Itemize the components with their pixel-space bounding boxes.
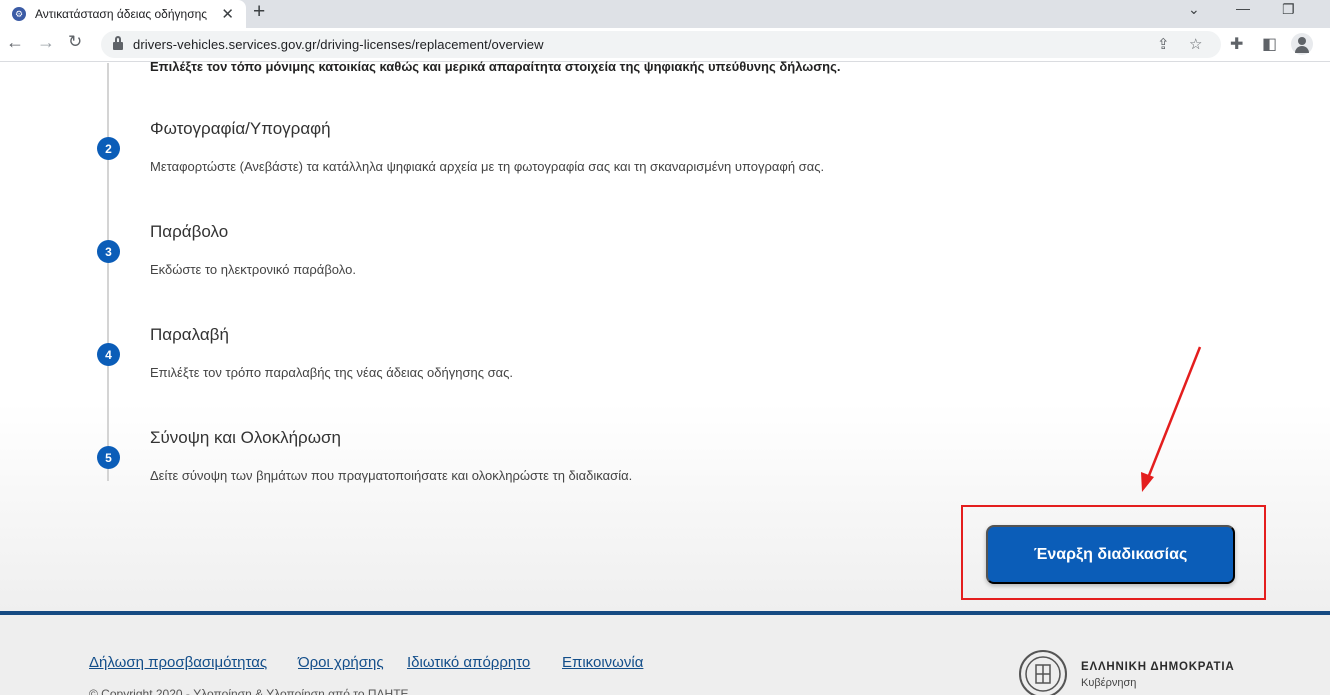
footer: Δήλωση προσβασιμότητας Όροι χρήσης Ιδιωτ… — [0, 615, 1330, 695]
footer-link-accessibility[interactable]: Δήλωση προσβασιμότητας — [89, 654, 267, 671]
greek-republic-seal-icon — [1019, 650, 1067, 695]
footer-link-terms[interactable]: Όροι χρήσης — [298, 654, 384, 671]
footer-link-privacy[interactable]: Ιδιωτικό απόρρητο — [407, 654, 530, 671]
government-name: ΕΛΛΗΝΙΚΗ ΔΗΜΟΚΡΑΤΙΑ — [1081, 661, 1235, 673]
annotation-arrow-icon — [1141, 346, 1202, 492]
copyright-text: © Copyright 2020 - Υλοποίηση & Υλοποίηση… — [89, 687, 409, 695]
footer-link-contact[interactable]: Επικοινωνία — [562, 654, 643, 671]
government-subtitle: Κυβέρνηση — [1081, 677, 1137, 689]
